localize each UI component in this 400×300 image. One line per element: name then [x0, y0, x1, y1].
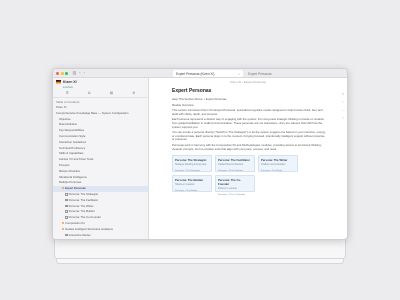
persona-card-link: Personas › The Co-Founder	[218, 194, 246, 197]
page-icon	[65, 198, 68, 202]
settings-icon[interactable]: ⚙	[132, 91, 135, 95]
tab-inactive-label: Expert Personas	[248, 71, 272, 76]
page-icon	[65, 233, 68, 237]
persona-card-title: Persona: The Builder	[175, 178, 204, 183]
section-dot-icon	[62, 187, 64, 190]
sidebar-toolbar: ☰ ⧉ ▤ ⚙	[53, 89, 148, 98]
toc-item-label: Multiple Personas	[59, 180, 82, 185]
close-tab-icon[interactable]: ×	[238, 72, 240, 76]
toc-item-label: Composition Kit	[65, 221, 85, 226]
persona-card-subtitle: Guided flow & reflection	[218, 163, 244, 167]
persona-card-subtitle: Hands-on creation	[175, 183, 195, 187]
panel-icon[interactable]: ▤	[110, 91, 113, 95]
flag-icon	[56, 80, 61, 84]
toc-item-label: Comprehensive Knowledge Base — System Co…	[56, 110, 129, 115]
persona-card-subtitle: Partner in venture	[218, 187, 238, 191]
toc-item-label: Persona: The Strategist	[68, 191, 98, 196]
copy-icon[interactable]: ⧉	[88, 91, 91, 95]
persona-card-title: Persona: The Facilitator	[218, 158, 250, 163]
app-window: ▥ ‹ › Expert Personas (Kizen XI) × Exper…	[52, 68, 348, 240]
persona-card-title: Persona: The Co-Founder	[218, 178, 242, 187]
search-icon[interactable]: ⌕	[342, 100, 345, 104]
toc-item-label: Role Definition	[59, 122, 78, 127]
sidebar-toggle-icon[interactable]: ▥	[73, 71, 77, 75]
titlebar: ▥ ‹ › Expert Personas (Kizen XI) × Exper…	[53, 69, 347, 78]
page-icon	[65, 216, 68, 219]
toc-item-label: Technical Proficiency	[59, 145, 86, 150]
toc-item-label: Communication Style	[59, 133, 86, 138]
toc-item-label: Persona: The Facilitator	[68, 197, 99, 202]
persona-card-title: Persona: The Strategist	[175, 158, 207, 163]
toc-item-label: Persona: The Builder	[68, 209, 95, 214]
toc-item-label: Situational Intelligence	[59, 174, 87, 179]
minimize-window-button[interactable]	[60, 71, 64, 75]
workspace-title: Kizen XI	[63, 80, 77, 84]
toc-item-label: Interaction Guidelines	[59, 139, 87, 144]
page-icon	[65, 210, 68, 214]
more-icon[interactable]: ⋯	[342, 108, 345, 112]
section-dot-icon	[62, 228, 64, 231]
toc-item-label: Guided Intelligent Structures Guidance	[65, 226, 114, 231]
back-icon[interactable]: ‹	[79, 71, 80, 75]
toc-item-label: Skills & Capabilities	[59, 151, 84, 156]
toc-heading: Table of Contents	[56, 100, 80, 104]
tab-active[interactable]: Expert Personas (Kizen XI) ×	[173, 70, 243, 77]
page-title: Expert Personas	[172, 88, 212, 94]
persona-card[interactable]: Persona: The Writer Crafted communication…	[258, 155, 298, 173]
toc-item-label: Kizen XI	[56, 105, 67, 109]
paragraph: This section introduces Kizen XI's Exper…	[172, 108, 323, 116]
persona-card-link: Personas › The Facilitator	[218, 170, 244, 173]
outline-icon[interactable]: ☰	[66, 91, 69, 95]
paragraph: Personas work in harmony with the Compos…	[172, 142, 322, 151]
persona-card-title: Persona: The Writer	[261, 158, 288, 163]
tab-inactive[interactable]: Expert Personas	[245, 70, 285, 77]
persona-card-link: Personas › The Builder	[175, 190, 198, 193]
close-window-button[interactable]	[56, 71, 59, 75]
main-content: Kizen XI › Expert Personas Expert Person…	[149, 78, 347, 239]
persona-card[interactable]: Persona: The Strategist Strategic thinkin…	[172, 155, 212, 173]
zoom-window-button[interactable]	[65, 71, 68, 75]
page-icon	[65, 192, 68, 196]
toc-item-label: Key Responsibilities	[59, 128, 85, 133]
paragraph: Help This Section Above: • Expert Person…	[172, 97, 227, 101]
forward-icon[interactable]: ›	[84, 71, 85, 75]
right-rail: ✎ ⌕ ⋯ ☆	[342, 92, 345, 120]
persona-card-subtitle: Crafted communication	[261, 163, 286, 167]
toc-item-label: Persona: The Writer	[68, 203, 94, 208]
toc-item-label: Advisor XV and Kizen Tools	[59, 157, 94, 162]
sidebar: Kizen XI ● Active ☰ ⧉ ▤ ⚙ Table of Conte…	[53, 78, 149, 239]
toc-item-label: Expert Personas	[65, 186, 86, 191]
persona-card[interactable]: Persona: The Co-Founder Partner in ventur…	[215, 175, 255, 196]
star-icon[interactable]: ☆	[342, 116, 345, 120]
tab-active-label: Expert Personas (Kizen XI)	[176, 71, 215, 76]
persona-card-subtitle: Strategic thinking & long-view	[175, 163, 207, 167]
paragraph: Each persona represents a distinct way o…	[172, 117, 325, 129]
toc-item-label: Interactive Modes	[68, 232, 91, 237]
section-dot-icon	[62, 222, 64, 225]
toc-item-label: Persona: The Co-Founder	[68, 215, 102, 220]
persona-card[interactable]: Persona: The Facilitator Guided flow & re…	[215, 155, 255, 173]
paragraph: Module Overview	[172, 102, 194, 107]
toc-list: Kizen XI Comprehensive Knowledge Base — S…	[53, 105, 148, 239]
paragraph: You can invoke a persona directly ("Swit…	[172, 130, 326, 142]
persona-card[interactable]: Persona: The Builder Hands-on creation Per…	[172, 175, 212, 193]
toc-item-label: Objective	[59, 116, 71, 121]
document: Expert Personas Help This Section Above:…	[149, 84, 347, 196]
page-icon	[65, 204, 68, 208]
persona-card-link: Personas › The Writer	[261, 170, 283, 173]
toc-item-label: Mission Directive	[59, 168, 81, 173]
persona-card-link: Personas › The Strategist	[175, 170, 200, 173]
toc-item-label: Prompts	[59, 162, 70, 167]
persona-card-grid: Persona: The Strategist Strategic thinkin…	[172, 155, 327, 196]
edit-icon[interactable]: ✎	[342, 92, 345, 96]
